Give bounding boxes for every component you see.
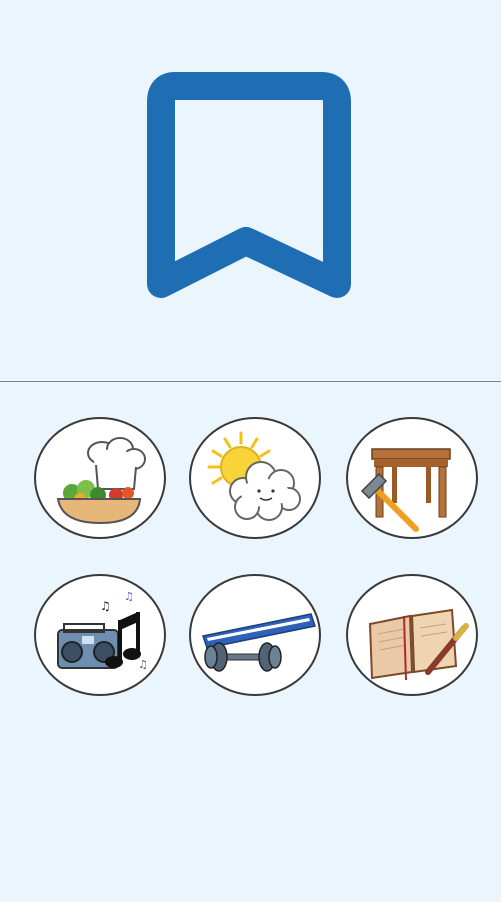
music-icon: ♫ ♫ ♫	[57, 590, 148, 671]
app-screen: ♫ ♫ ♫	[0, 0, 501, 902]
fitness-icon	[202, 613, 316, 672]
svg-text:♫: ♫	[138, 658, 148, 671]
woodworking-icon	[360, 448, 451, 532]
category-tile-fitness[interactable]	[189, 574, 321, 696]
weather-icon	[207, 431, 301, 521]
category-tile-music[interactable]: ♫ ♫ ♫	[34, 574, 166, 696]
category-tile-weather[interactable]	[189, 417, 321, 539]
category-tile-writing[interactable]	[346, 574, 478, 696]
category-tile-woodworking[interactable]	[346, 417, 478, 539]
bookmark-panel	[0, 0, 501, 381]
writing-icon	[368, 608, 469, 681]
category-grid: ♫ ♫ ♫	[0, 382, 501, 902]
bookmark-outline-icon[interactable]	[0, 0, 501, 381]
cooking-icon	[56, 437, 146, 525]
category-tile-cooking[interactable]	[34, 417, 166, 539]
svg-text:♫: ♫	[124, 590, 134, 603]
svg-text:♫: ♫	[100, 599, 111, 613]
